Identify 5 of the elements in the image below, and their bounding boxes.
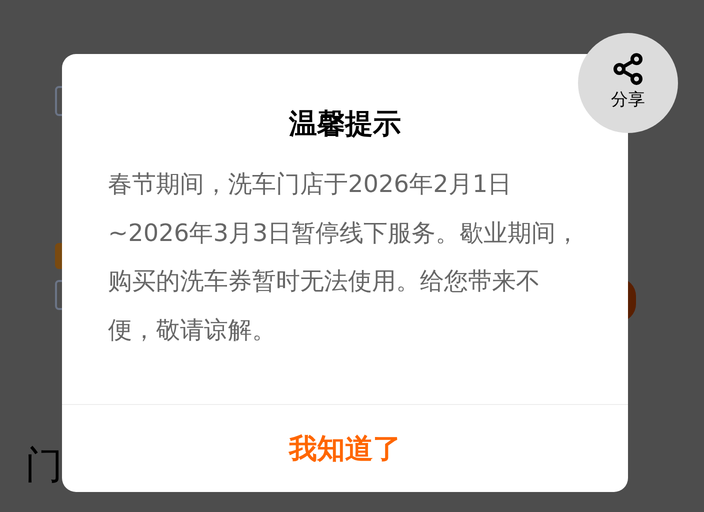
share-icon	[611, 52, 645, 86]
section-heading: 门	[25, 446, 63, 484]
dialog-message: 春节期间，洗车门店于2026年2月1日~2026年3月3日暂停线下服务。歇业期间，购买的洗车券暂时无法使用。给您带来不便，敬请谅解。	[107, 169, 581, 346]
share-button[interactable]: 分享	[578, 33, 678, 133]
dialog-title: 温馨提示	[288, 106, 402, 142]
